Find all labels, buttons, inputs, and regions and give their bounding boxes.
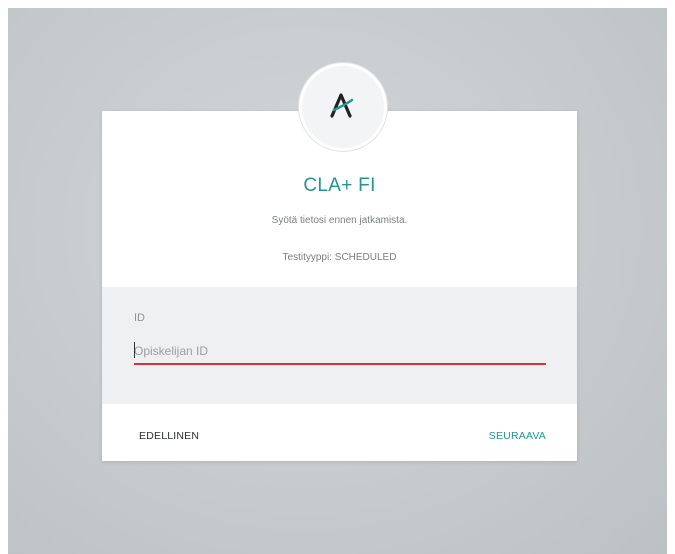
logo-badge <box>299 63 387 151</box>
app-title: CLA+ FI <box>303 175 376 196</box>
student-id-input[interactable] <box>134 339 546 365</box>
next-button[interactable]: SEURAAVA <box>489 430 546 442</box>
text-caret <box>134 342 135 358</box>
id-field-panel: ID <box>102 287 577 404</box>
previous-button[interactable]: EDELLINEN <box>139 430 199 442</box>
student-info-dialog: CLA+ FI Syötä tietosi ennen jatkamista. … <box>102 111 577 461</box>
id-field-label: ID <box>134 312 145 324</box>
instruction-text: Syötä tietosi ennen jatkamista. <box>271 215 408 226</box>
test-type-text: Testityyppi: SCHEDULED <box>282 252 397 263</box>
cla-logo-icon <box>328 92 358 123</box>
